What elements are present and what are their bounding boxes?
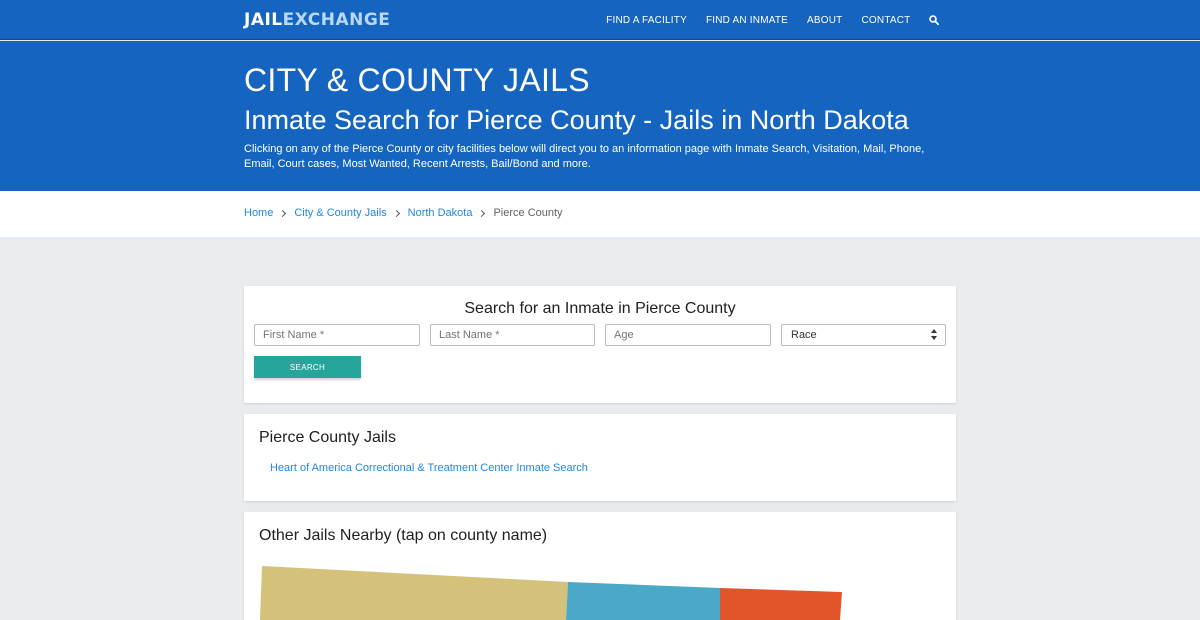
nav-links: FIND A FACILITY FIND AN INMATE ABOUT CON… xyxy=(597,0,948,40)
chevron-right-icon xyxy=(279,209,287,217)
map-county-region[interactable] xyxy=(566,582,720,620)
nav-link-find-facility[interactable]: FIND A FACILITY xyxy=(597,15,697,26)
logo-text-jail: JAIL xyxy=(244,10,283,30)
last-name-input[interactable] xyxy=(430,324,595,346)
search-card-title: Search for an Inmate in Pierce County xyxy=(464,300,736,317)
breadcrumb-current: Pierce County xyxy=(493,207,563,219)
hero-banner: CITY & COUNTY JAILS Inmate Search for Pi… xyxy=(0,41,1200,191)
breadcrumb-north-dakota[interactable]: North Dakota xyxy=(408,207,473,219)
search-icon[interactable] xyxy=(920,0,948,40)
nearby-jails-heading: Other Jails Nearby (tap on county name) xyxy=(259,527,548,544)
jail-link-heart-of-america[interactable]: Heart of America Correctional & Treatmen… xyxy=(270,462,588,474)
breadcrumb-home[interactable]: Home xyxy=(244,207,273,219)
county-jails-heading: Pierce County Jails xyxy=(259,429,396,446)
nav-link-find-inmate[interactable]: FIND AN INMATE xyxy=(696,15,797,26)
race-select[interactable]: Race xyxy=(781,324,946,346)
first-name-input[interactable] xyxy=(254,324,420,346)
top-navbar: JAILEXCHANGE FIND A FACILITY FIND AN INM… xyxy=(0,0,1200,40)
map-county-region[interactable] xyxy=(720,588,842,620)
map-county-region[interactable] xyxy=(260,566,568,620)
nearby-jails-card: Other Jails Nearby (tap on county name) xyxy=(244,512,956,620)
inmate-search-card: Search for an Inmate in Pierce County Ra… xyxy=(244,286,956,403)
hero-eyebrow: CITY & COUNTY JAILS xyxy=(244,62,590,98)
page-title: Inmate Search for Pierce County - Jails … xyxy=(244,105,909,135)
chevron-right-icon xyxy=(392,209,400,217)
search-button[interactable]: SEARCH xyxy=(254,356,361,378)
select-arrows-icon xyxy=(929,328,939,342)
hero-description: Clicking on any of the Pierce County or … xyxy=(244,143,925,170)
race-select-value: Race xyxy=(791,329,817,341)
breadcrumb-city-county-jails[interactable]: City & County Jails xyxy=(294,207,386,219)
nav-link-contact[interactable]: CONTACT xyxy=(852,15,920,26)
breadcrumb-bar: Home City & County Jails North Dakota Pi… xyxy=(0,191,1200,237)
nav-link-about[interactable]: ABOUT xyxy=(798,15,852,26)
chevron-right-icon xyxy=(478,209,486,217)
breadcrumb: Home City & County Jails North Dakota Pi… xyxy=(244,207,563,219)
logo-text-exchange: EXCHANGE xyxy=(282,10,391,30)
county-jails-card: Pierce County Jails Heart of America Cor… xyxy=(244,414,956,501)
nearby-counties-map xyxy=(260,566,842,620)
age-input[interactable] xyxy=(605,324,771,346)
site-logo[interactable]: JAILEXCHANGE xyxy=(244,10,390,30)
